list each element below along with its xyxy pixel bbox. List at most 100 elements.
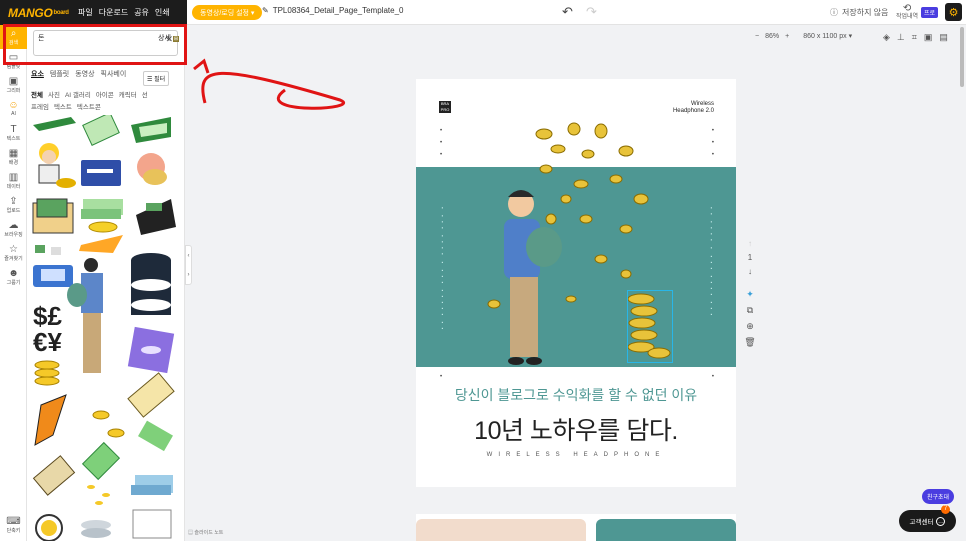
delete-page-icon[interactable]: 🗑: [744, 334, 756, 350]
gear-icon[interactable]: ⚙: [945, 3, 962, 21]
rail-data[interactable]: ▥ 데이터: [0, 169, 27, 193]
menu-print[interactable]: 인쇄: [155, 7, 170, 18]
element-thumb-coin-gold[interactable]: [88, 221, 118, 233]
history-button[interactable]: ⟲ 작업내역: [896, 3, 918, 21]
element-thumb-purple-coins[interactable]: [127, 326, 175, 374]
align-icon[interactable]: ⊥: [897, 32, 905, 43]
video-loading-button[interactable]: 동영상/로딩 설정 ▾: [192, 5, 263, 20]
rail-browse[interactable]: ☁ 브라우징: [0, 217, 27, 241]
element-thumb-coin-rain[interactable]: [87, 485, 110, 505]
next-page-block-left: [416, 519, 586, 541]
grid-icon[interactable]: ⌗: [912, 32, 917, 43]
element-thumb-green-bill[interactable]: [81, 441, 121, 481]
element-thumb-bill-tilted[interactable]: [32, 455, 76, 496]
element-thumb-hand-money[interactable]: [136, 199, 176, 235]
panel-collapse-handle[interactable]: ‹ ›: [185, 245, 192, 285]
view-toolbar: ◈ ⊥ ⌗ ▣ ▤: [883, 32, 948, 43]
subtab-all[interactable]: 전체: [31, 92, 43, 99]
page-tools: ✦ ⧉ ⊕ 🗑: [744, 286, 756, 350]
undo-icon[interactable]: ↶: [562, 4, 573, 20]
tab-templates[interactable]: 템플릿: [50, 69, 69, 79]
element-thumb-money-bag[interactable]: [137, 153, 167, 185]
zoom-value[interactable]: 86%: [765, 33, 779, 40]
rail-browse-label: 브라우징: [4, 231, 23, 238]
element-thumb-orange-shape[interactable]: [79, 235, 123, 253]
subtab-photo[interactable]: 사진: [48, 92, 60, 99]
subtab-textcon[interactable]: 텍스트콘: [77, 104, 101, 111]
page-subtitle[interactable]: 당신이 블로그로 수익화를 할 수 없던 이유: [416, 385, 736, 405]
rail-group[interactable]: ☻ 그룹기: [0, 265, 27, 289]
element-thumb-dollar-bill[interactable]: [127, 372, 175, 418]
element-thumb-bill-roll[interactable]: [131, 117, 171, 143]
page-size-select[interactable]: 860 x 1100 px ▾: [803, 32, 852, 40]
app-logo[interactable]: MANGO board: [0, 0, 72, 25]
rail-ai[interactable]: ☺ AI: [0, 97, 27, 121]
subtab-character[interactable]: 캐릭터: [119, 92, 137, 99]
element-thumb-database-stack[interactable]: [131, 253, 171, 315]
element-thumb-cash-pile[interactable]: [81, 199, 123, 219]
subtab-text[interactable]: 텍스트: [54, 104, 72, 111]
tab-elements[interactable]: 요소: [31, 69, 44, 79]
element-thumb-bill-green[interactable]: [82, 115, 120, 146]
element-thumb-paper-stack[interactable]: [132, 509, 172, 539]
fullscreen-icon[interactable]: ▣: [924, 32, 933, 43]
pro-badge[interactable]: 프로: [921, 7, 939, 18]
rail-shortcuts[interactable]: ⌨ 단축키: [0, 513, 27, 537]
subtab-ai-gallery[interactable]: AI 갤러리: [65, 92, 91, 99]
element-thumb-flying-bill[interactable]: [34, 394, 67, 446]
element-thumb-bill-stack[interactable]: [33, 117, 76, 131]
subtab-icon[interactable]: 아이콘: [96, 92, 114, 99]
layers-icon[interactable]: ◈: [883, 32, 890, 43]
page-down-icon[interactable]: ↓: [744, 265, 756, 279]
element-thumb-banknote-small[interactable]: [35, 245, 61, 255]
selection-box[interactable]: [627, 290, 673, 363]
page-eng-text[interactable]: WIRELESS HEADPHONE: [416, 452, 736, 458]
document-title[interactable]: ✎ TPL08364_Detail_Page_Template_0: [262, 6, 403, 15]
menu-share[interactable]: 공유: [134, 7, 149, 18]
menu-download[interactable]: 다운로드: [99, 7, 128, 18]
top-bar: MANGO board 파일 다운로드 공유 인쇄 동영상/로딩 설정 ▾ ✎ TP…: [0, 0, 966, 25]
redo-icon[interactable]: ↷: [586, 4, 597, 20]
magic-icon[interactable]: ✦: [744, 286, 756, 302]
rail-text[interactable]: T 텍스트: [0, 121, 27, 145]
invite-friend-button[interactable]: 친구초대: [922, 489, 955, 504]
element-thumb-coins-scatter[interactable]: [92, 410, 125, 438]
element-thumb-wing-money[interactable]: [138, 420, 173, 452]
element-thumb-coin-stack[interactable]: [34, 360, 60, 386]
zoom-in-button[interactable]: +: [785, 33, 789, 40]
zoom-out-button[interactable]: −: [755, 33, 759, 40]
subtab-frame[interactable]: 프레임: [31, 104, 49, 111]
subtab-line[interactable]: 선: [142, 92, 148, 99]
rail-image[interactable]: ▣ 그리퍼: [0, 73, 27, 97]
tab-videos[interactable]: 동영상: [75, 69, 94, 79]
slide-note-button[interactable]: ▤ 슬라이드 노트: [188, 529, 223, 536]
element-thumb-silver-coins[interactable]: [81, 520, 111, 538]
menu-file[interactable]: 파일: [78, 7, 93, 18]
design-page[interactable]: BRA PRO Wireless Headphone 2.0 • • • • • • • •…: [416, 79, 736, 487]
rail-favorites[interactable]: ☆ 즐겨찾기: [0, 241, 27, 265]
tab-pixabay[interactable]: 픽사베이: [101, 69, 127, 79]
chevron-right-icon: ›: [187, 271, 190, 278]
panel-icon[interactable]: ▤: [939, 32, 948, 43]
element-thumb-currency-symbols[interactable]: $£€¥: [33, 301, 62, 357]
element-thumb-woman-coins[interactable]: [38, 143, 76, 188]
save-status: ⓘ 저장하지 않음: [830, 7, 888, 18]
page-headline[interactable]: 10년 노하우를 담다.: [416, 411, 736, 447]
rail-upload-label: 업로드: [6, 207, 21, 214]
duplicate-page-icon[interactable]: ⧉: [744, 302, 756, 318]
filter-label: 필터: [154, 77, 166, 83]
vertical-scrollbar[interactable]: [960, 27, 964, 87]
left-rail: ⌕ 검색 ▭ 템플릿 ▣ 그리퍼 ☺ AI T 텍스트 ▦ 배경 ▥ 데이터 ⇪ 업로드 ☁ 브라…: [0, 25, 27, 541]
add-page-icon[interactable]: ⊕: [744, 318, 756, 334]
brand-line2: Headphone 2.0: [672, 108, 714, 114]
next-page-preview[interactable]: [416, 514, 736, 541]
element-thumb-money-pile-blue[interactable]: [131, 475, 173, 495]
page-up-icon[interactable]: ↑: [744, 237, 756, 251]
rail-upload[interactable]: ⇪ 업로드: [0, 193, 27, 217]
element-thumb-credit-card[interactable]: [81, 160, 121, 186]
element-thumb-envelope-cash[interactable]: [32, 198, 74, 234]
element-thumb-coin-circle[interactable]: [35, 514, 63, 541]
rail-background[interactable]: ▦ 배경: [0, 145, 27, 169]
element-thumb-wallet[interactable]: [33, 265, 73, 287]
filter-button[interactable]: ☰ 필터: [143, 71, 170, 86]
